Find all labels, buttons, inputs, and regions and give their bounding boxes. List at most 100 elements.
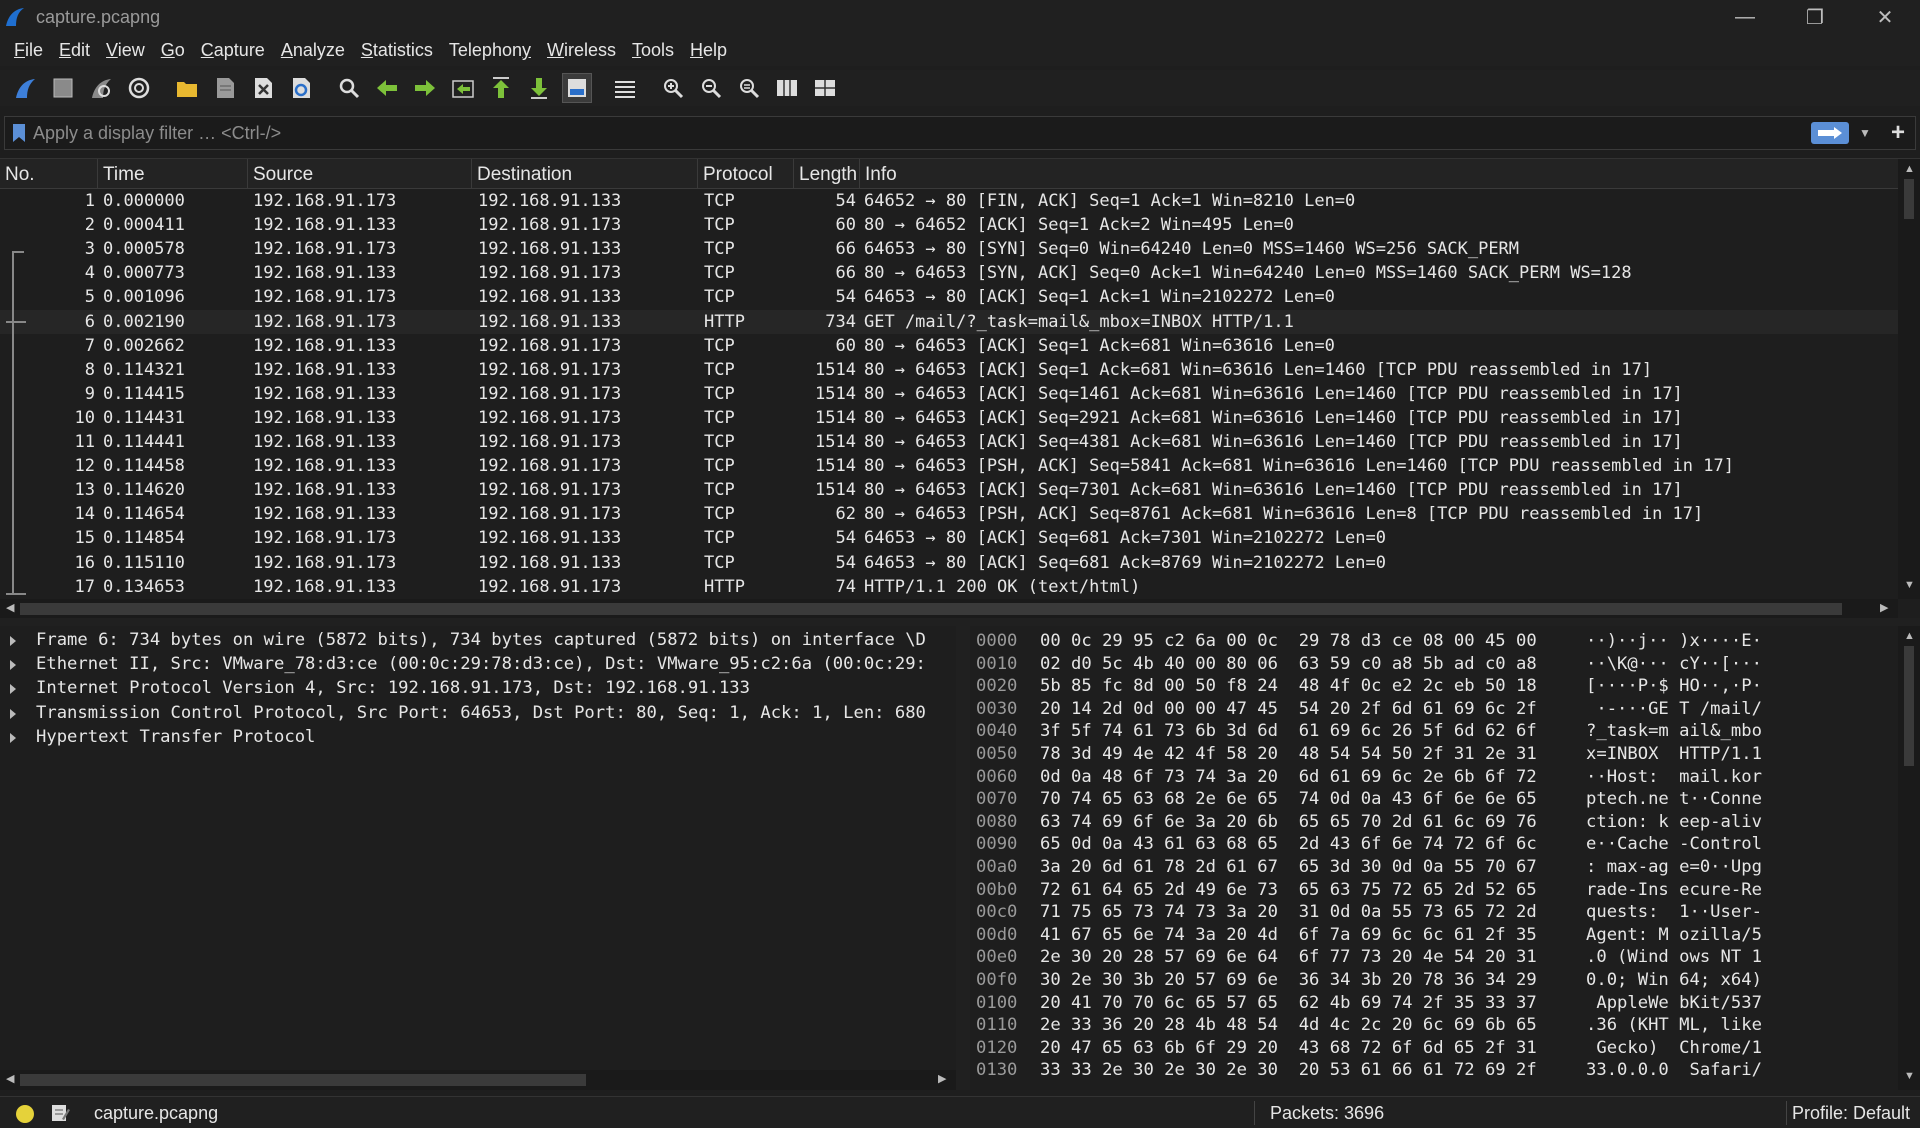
packet-row[interactable]: 12 0.114458 192.168.91.133 192.168.91.173 TC… [0,454,1898,478]
zoom-in-button[interactable] [658,73,688,103]
scroll-down-arrow[interactable]: ▼ [1904,1070,1915,1082]
filter-bookmark-button[interactable] [5,117,33,149]
menu-item[interactable]: Go [153,34,193,66]
horizontal-splitter[interactable] [0,618,1920,626]
minimize-button[interactable]: — [1710,0,1780,34]
add-filter-button[interactable]: + [1881,119,1915,147]
auto-scroll-button[interactable] [562,73,592,103]
packet-row[interactable]: 2 0.000411 192.168.91.133 192.168.91.173 TCP… [0,213,1898,237]
column-header-no[interactable]: No. [0,159,98,189]
packet-row[interactable]: 8 0.114321 192.168.91.133 192.168.91.173 TCP… [0,358,1898,382]
menu-item[interactable]: Capture [193,34,273,66]
first-packet-button[interactable] [486,73,516,103]
close-file-button[interactable] [248,73,278,103]
expand-arrow-icon[interactable] [10,732,16,743]
packet-list-hscrollbar[interactable]: ◀ ▶ [0,599,1898,619]
packet-list-vscrollbar[interactable]: ▲ ▼ [1898,159,1920,599]
scroll-up-arrow[interactable]: ▲ [1904,163,1915,175]
column-header-protocol[interactable]: Protocol [698,159,794,189]
packet-row[interactable]: 9 0.114415 192.168.91.133 192.168.91.173 TCP… [0,382,1898,406]
capture-comment-icon[interactable] [50,1103,70,1123]
capture-options-button[interactable] [124,73,154,103]
close-icon: ✕ [1876,6,1894,29]
reload-file-button[interactable] [286,73,316,103]
bytes-vscrollbar[interactable]: ▲ ▼ [1898,626,1920,1090]
detail-tree-item[interactable]: Transmission Control Protocol, Src Port:… [0,701,956,725]
status-profile[interactable]: Profile: Default [1792,1103,1910,1124]
packet-row[interactable]: 3 0.000578 192.168.91.173 192.168.91.133 TCP… [0,237,1898,261]
column-header-source[interactable]: Source [248,159,472,189]
packet-row[interactable]: 14 0.114654 192.168.91.133 192.168.91.173 TC… [0,502,1898,526]
expert-info-indicator-icon[interactable] [16,1105,34,1123]
restart-capture-button[interactable] [86,73,116,103]
menu-item[interactable]: Statistics [353,34,441,66]
packet-row[interactable]: 16 0.115110 192.168.91.173 192.168.91.133 TC… [0,551,1898,575]
menu-item[interactable]: Help [682,34,735,66]
vertical-splitter[interactable] [956,626,970,1090]
find-packet-button[interactable] [334,73,364,103]
menu-item[interactable]: View [98,34,153,66]
go-to-packet-button[interactable] [448,73,478,103]
menu-item[interactable]: Telephony [441,34,539,66]
column-header-time[interactable]: Time [98,159,248,189]
open-file-button[interactable] [172,73,202,103]
resize-columns-button[interactable] [772,73,802,103]
save-file-button[interactable] [210,73,240,103]
scroll-down-arrow[interactable]: ▼ [1904,579,1915,591]
packet-cell-len: 54 [835,552,856,573]
menu-item[interactable]: Analyze [273,34,353,66]
scroll-left-arrow[interactable]: ◀ [6,601,14,614]
scrollbar-thumb[interactable] [1904,646,1914,766]
column-header-info[interactable]: Info [860,159,1898,189]
expand-arrow-icon[interactable] [10,684,16,695]
apply-filter-button[interactable] [1811,122,1849,144]
scroll-left-arrow[interactable]: ◀ [6,1072,14,1085]
scrollbar-thumb[interactable] [20,603,1842,615]
packet-row[interactable]: 4 0.000773 192.168.91.133 192.168.91.173 TCP… [0,261,1898,285]
stop-capture-button[interactable] [48,73,78,103]
layout-button[interactable] [810,73,840,103]
normal-size-button[interactable] [734,73,764,103]
detail-tree-item[interactable]: Frame 6: 734 bytes on wire (5872 bits), … [0,628,956,652]
scroll-right-arrow[interactable]: ▶ [938,1072,946,1085]
menu-item[interactable]: Wireless [539,34,624,66]
detail-tree-item[interactable]: Hypertext Transfer Protocol [0,725,956,749]
last-packet-button[interactable] [524,73,554,103]
menu-item[interactable]: Edit [51,34,98,66]
menu-item[interactable]: File [6,34,51,66]
packet-row[interactable]: 7 0.002662 192.168.91.133 192.168.91.173 TCP… [0,334,1898,358]
hex-bytes: 3a 20 6d 61 78 2d 61 67 65 3d 30 0d 0a 5… [1040,857,1537,877]
close-button[interactable]: ✕ [1850,0,1920,34]
display-filter-input[interactable] [33,118,1811,148]
expand-arrow-icon[interactable] [10,708,16,719]
detail-tree-item[interactable]: Ethernet II, Src: VMware_78:d3:ce (00:0c… [0,652,956,676]
packet-row[interactable]: 13 0.114620 192.168.91.133 192.168.91.173 TC… [0,478,1898,502]
scroll-right-arrow[interactable]: ▶ [1880,601,1888,614]
go-forward-button[interactable] [410,73,440,103]
scrollbar-thumb[interactable] [1904,179,1914,219]
scrollbar-thumb[interactable] [20,1074,586,1086]
packet-row[interactable]: 6 0.002190 192.168.91.173 192.168.91.133 HTT… [0,309,1898,334]
packet-row[interactable]: 15 0.114854 192.168.91.173 192.168.91.133 TC… [0,526,1898,550]
detail-tree-item[interactable]: Internet Protocol Version 4, Src: 192.16… [0,676,956,700]
expand-arrow-icon[interactable] [10,636,16,646]
packet-row[interactable]: 1 0.000000 192.168.91.173 192.168.91.133 TCP… [0,189,1898,213]
go-back-button[interactable] [372,73,402,103]
filter-history-dropdown[interactable]: ▼ [1855,126,1875,140]
menu-item[interactable]: Tools [624,34,682,66]
zoom-out-button[interactable] [696,73,726,103]
packet-row[interactable]: 17 0.134653 192.168.91.133 192.168.91.173 HT… [0,575,1898,599]
packet-row[interactable]: 10 0.114431 192.168.91.133 192.168.91.173 TC… [0,406,1898,430]
start-capture-button[interactable] [10,73,40,103]
packet-row[interactable]: 5 0.001096 192.168.91.173 192.168.91.133 TCP… [0,285,1898,309]
column-header-length[interactable]: Length [794,159,860,189]
colorize-button[interactable] [610,73,640,103]
detail-label: Transmission Control Protocol, Src Port:… [36,702,926,723]
details-hscrollbar[interactable]: ◀ ▶ [0,1070,956,1090]
maximize-button[interactable]: ❐ [1780,0,1850,34]
expand-arrow-icon[interactable] [10,660,16,671]
column-header-destination[interactable]: Destination [472,159,698,189]
packet-row[interactable]: 11 0.114441 192.168.91.133 192.168.91.173 TC… [0,430,1898,454]
scroll-up-arrow[interactable]: ▲ [1904,630,1915,642]
hex-bytes: 3f 5f 74 61 73 6b 3d 6d 61 69 6c 26 5f 6… [1040,721,1537,742]
